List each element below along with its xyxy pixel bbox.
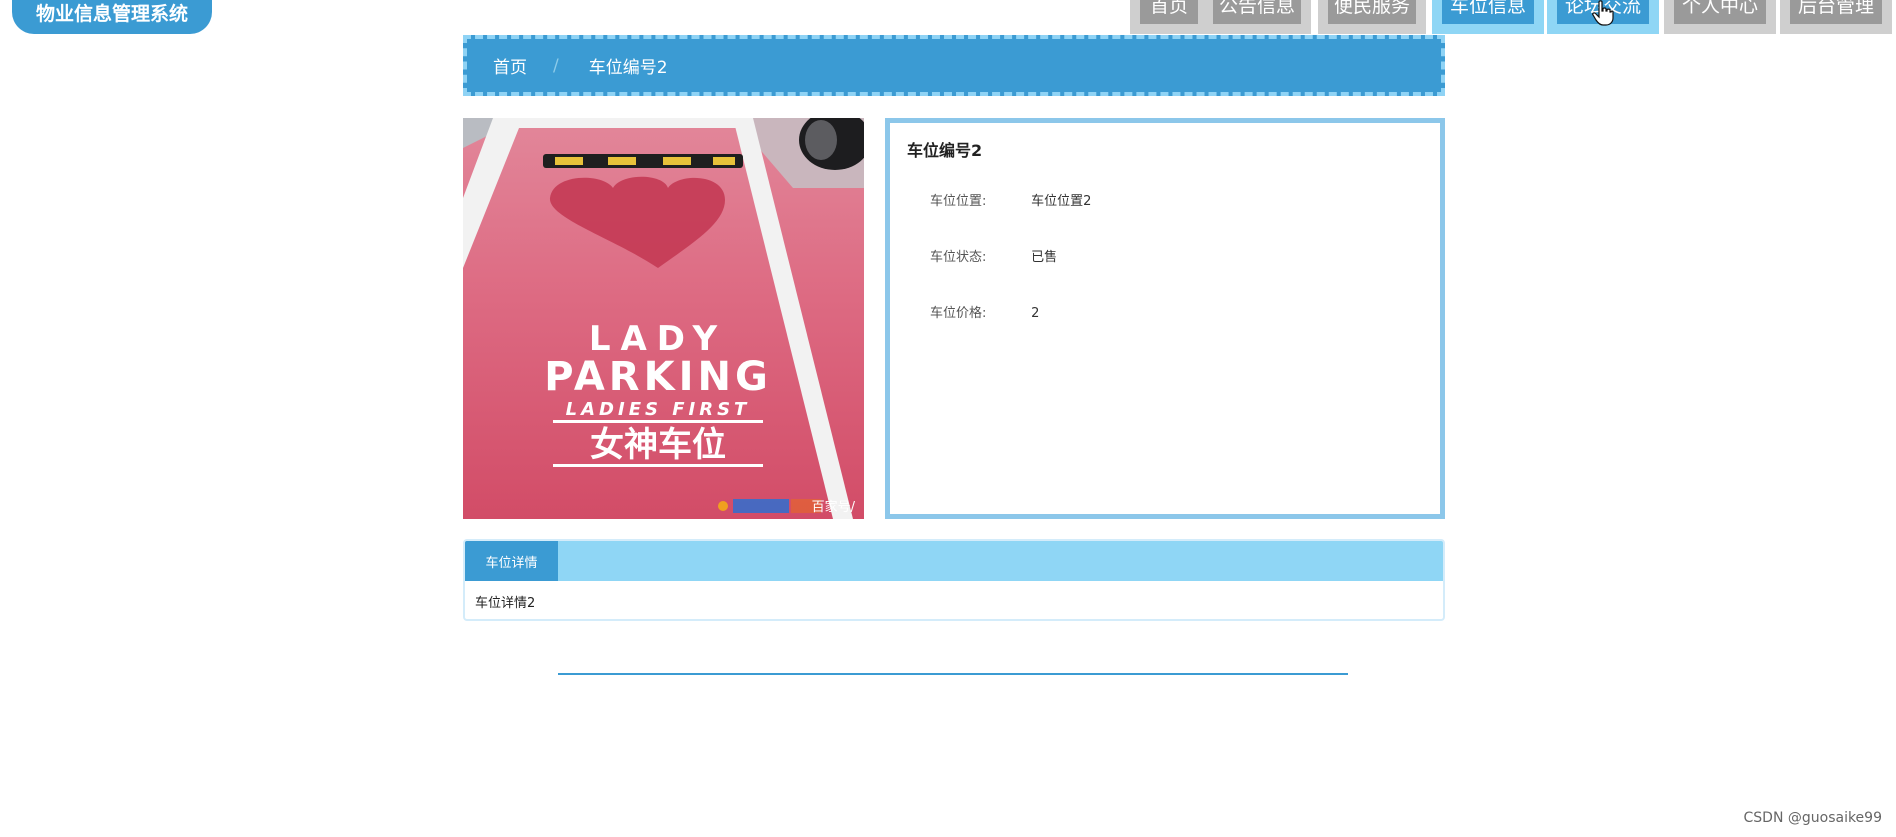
field-label: 车位状态: [930, 250, 987, 265]
parking-photo: LADY PARKING LADIES FIRST 女神车位 百家号/ [463, 118, 864, 519]
nav-item-label: 公告信息 [1213, 0, 1301, 24]
breadcrumb: 首页 / 车位编号2 [463, 35, 1445, 96]
nav-item-label: 个人中心 [1674, 0, 1766, 24]
breadcrumb-separator: / [553, 55, 559, 76]
nav-item-label: 首页 [1140, 0, 1198, 24]
photo-text-chinese: 女神车位 [590, 425, 726, 465]
nav-item-label: 便民服务 [1328, 0, 1416, 24]
breadcrumb-current: 车位编号2 [588, 58, 668, 78]
watermark-text: CSDN @guosaike99 [1743, 810, 1883, 826]
field-value: 车位位置2 [1031, 194, 1092, 209]
nav-item-profile[interactable]: 个人中心 [1664, 0, 1776, 34]
photo-text-lady: LADY [589, 319, 727, 359]
hand-cursor-icon [1592, 0, 1614, 26]
field-label: 车位位置: [930, 194, 987, 209]
field-row-price: 车位价格: 2 [930, 302, 1039, 321]
nav-item-admin[interactable]: 后台管理 [1780, 0, 1892, 34]
photo-text-ladies-first: LADIES FIRST [566, 399, 751, 420]
field-row-status: 车位状态: 已售 [930, 246, 1057, 265]
breadcrumb-home-link[interactable]: 首页 [493, 53, 527, 78]
field-value: 2 [1031, 306, 1040, 321]
tab-content: 车位详情2 [475, 596, 536, 611]
field-value: 已售 [1031, 250, 1058, 265]
nav-item-label: 车位信息 [1442, 0, 1534, 24]
footer-divider [558, 673, 1348, 675]
photo-corner-text: 百家号/ [812, 499, 856, 515]
parking-title: 车位编号2 [907, 141, 983, 160]
brand-title[interactable]: 物业信息管理系统 [12, 0, 212, 34]
parking-photo-image: LADY PARKING LADIES FIRST 女神车位 百家号/ [463, 118, 864, 519]
tab-bar: 车位详情 [465, 541, 1443, 581]
tab-parking-detail[interactable]: 车位详情 [465, 541, 558, 581]
field-label: 车位价格: [930, 306, 987, 321]
nav-item-services[interactable]: 便民服务 [1318, 0, 1426, 34]
nav-item-home[interactable]: 首页 [1130, 0, 1208, 34]
nav-item-parking[interactable]: 车位信息 [1432, 0, 1544, 34]
field-row-location: 车位位置: 车位位置2 [930, 190, 1091, 209]
detail-tabs: 车位详情 车位详情2 [463, 539, 1445, 621]
nav-item-announcements[interactable]: 公告信息 [1203, 0, 1311, 34]
nav-item-label: 后台管理 [1790, 0, 1882, 24]
photo-text-parking: PARKING [544, 354, 772, 400]
parking-detail-panel: 车位编号2 车位位置: 车位位置2 车位状态: 已售 车位价格: 2 [885, 118, 1445, 519]
